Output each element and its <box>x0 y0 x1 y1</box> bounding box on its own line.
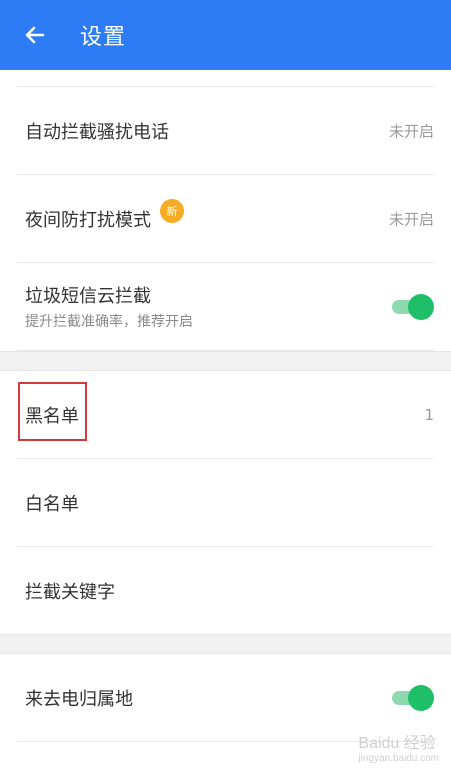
setting-title: 夜间防打扰模式 <box>25 209 151 231</box>
setting-subtitle: 提升拦截准确率，推荐开启 <box>25 314 193 330</box>
watermark-url: jingyan.baidu.com <box>358 753 439 764</box>
setting-whitelist[interactable]: 白名单 <box>17 459 434 547</box>
settings-list: 自动拦截骚扰电话 未开启 夜间防打扰模式 新 未开启 垃圾短信云拦截 提升拦截准… <box>0 70 451 351</box>
setting-block-keywords[interactable]: 拦截关键字 <box>17 547 434 635</box>
app-bar: 设置 <box>0 0 451 70</box>
setting-status: 未开启 <box>388 122 434 140</box>
list-top-divider <box>17 70 434 87</box>
toggle-knob <box>408 293 434 320</box>
new-badge: 新 <box>160 199 184 223</box>
caller-location-toggle[interactable] <box>392 684 434 711</box>
section-2: 黑名单 1 白名单 拦截关键字 <box>0 351 451 635</box>
blacklist-count: 1 <box>424 405 434 424</box>
setting-spam-cloud-block[interactable]: 垃圾短信云拦截 提升拦截准确率，推荐开启 <box>17 263 434 351</box>
arrow-left-icon <box>25 26 45 44</box>
spam-block-toggle[interactable] <box>392 293 434 320</box>
setting-night-mode[interactable]: 夜间防打扰模式 新 未开启 <box>17 175 434 263</box>
section-divider <box>0 351 451 371</box>
setting-title: 来去电归属地 <box>25 688 133 710</box>
setting-title: 自动拦截骚扰电话 <box>25 121 169 143</box>
back-button[interactable] <box>12 12 58 58</box>
setting-title: 拦截关键字 <box>25 582 115 603</box>
page-title: 设置 <box>80 25 127 50</box>
setting-auto-block-calls[interactable]: 自动拦截骚扰电话 未开启 <box>17 87 434 175</box>
setting-title: 垃圾短信云拦截 <box>25 286 151 307</box>
section-divider <box>0 634 451 654</box>
toggle-knob <box>408 684 434 711</box>
setting-title: 白名单 <box>25 493 79 515</box>
setting-status: 未开启 <box>388 210 434 228</box>
setting-blacklist[interactable]: 黑名单 1 <box>17 371 434 459</box>
section-3: 来去电归属地 <box>0 634 451 742</box>
watermark: Baidu 经验 jingyan.baidu.com <box>358 729 439 764</box>
setting-title: 黑名单 <box>25 405 79 427</box>
watermark-brand: Baidu 经验 <box>358 735 436 752</box>
